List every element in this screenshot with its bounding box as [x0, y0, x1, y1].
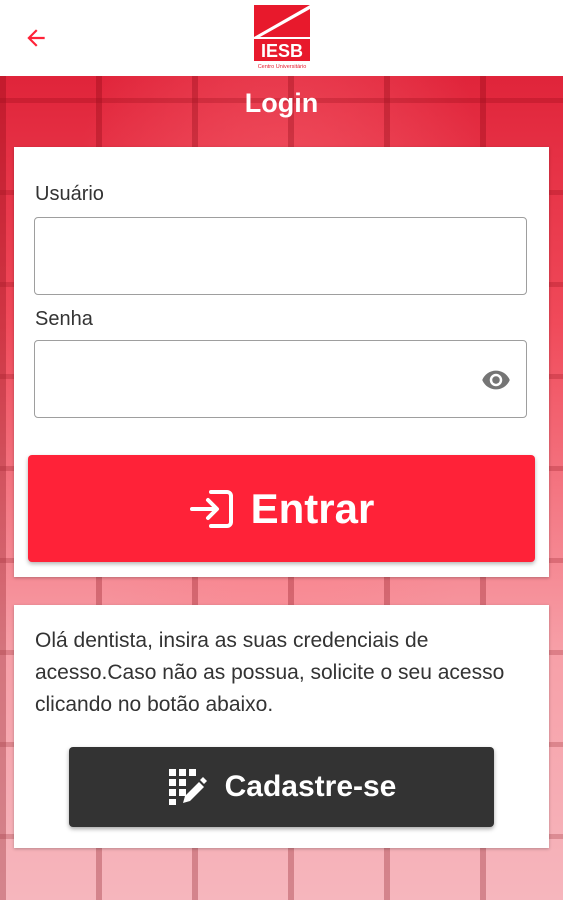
logo-text: IESB: [261, 41, 303, 61]
login-icon: [189, 489, 233, 528]
arrow-left-icon: [27, 29, 45, 47]
username-field[interactable]: [34, 217, 527, 295]
iesb-logo: IESB Centro Universitário: [252, 3, 312, 71]
top-app-bar: IESB Centro Universitário: [0, 0, 563, 76]
login-button[interactable]: Entrar: [28, 455, 535, 562]
register-button[interactable]: Cadastre-se: [69, 747, 494, 827]
info-message: Olá dentista, insira as suas credenciais…: [35, 629, 505, 716]
login-button-label: Entrar: [250, 484, 375, 532]
username-label: Usuário: [35, 183, 104, 205]
info-card: Olá dentista, insira as suas credenciais…: [14, 605, 549, 848]
password-input[interactable]: [35, 341, 526, 417]
logo-subtext: Centro Universitário: [258, 64, 307, 70]
login-card: Usuário Senha Entrar: [14, 147, 549, 577]
username-input[interactable]: [35, 218, 526, 294]
password-label: Senha: [35, 308, 93, 330]
page-title: Login: [244, 88, 319, 118]
password-field[interactable]: [34, 340, 527, 418]
register-button-label: Cadastre-se: [224, 770, 397, 803]
eye-icon: [482, 370, 510, 390]
register-edit-icon: [168, 769, 207, 805]
toggle-password-visibility-button[interactable]: [480, 365, 512, 395]
back-button[interactable]: [18, 22, 54, 54]
